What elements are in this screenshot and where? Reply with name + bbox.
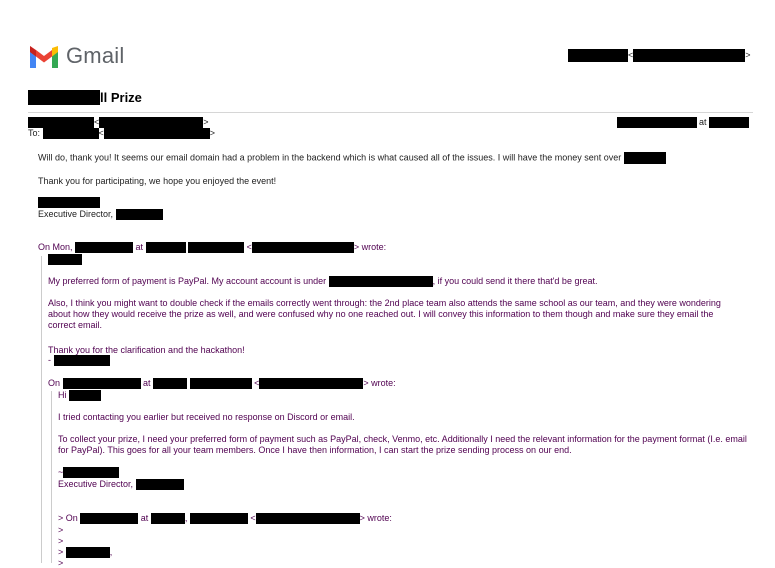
- quote1-greeting: [48, 254, 82, 266]
- gmail-logo: Gmail: [28, 43, 124, 69]
- signature-title-text: Executive Director,: [38, 209, 114, 219]
- app-name: Gmail: [66, 43, 125, 68]
- redaction-block: [568, 49, 628, 62]
- quote3-header: > On at , < > wrote:: [58, 513, 392, 525]
- bracket-close: >: [209, 128, 216, 138]
- subject-text: ll Prize: [100, 90, 142, 105]
- redaction-block: [75, 242, 134, 254]
- redaction-block: [38, 197, 100, 209]
- bracket-close: >: [203, 117, 209, 127]
- comma: ,: [109, 547, 113, 557]
- quote2-at: at: [143, 378, 151, 388]
- redaction-block: [617, 117, 697, 129]
- quote1-at: at: [135, 242, 144, 252]
- redaction-block: [623, 152, 666, 164]
- redaction-block: [28, 117, 94, 129]
- account-address: < >: [568, 49, 751, 62]
- quote2-header: On at < > wrote:: [48, 378, 396, 390]
- redaction-block: [63, 467, 120, 479]
- redaction-block: [80, 513, 139, 525]
- quote-bar: [51, 391, 52, 563]
- quote2-contact: I tried contacting you earlier but recei…: [58, 412, 355, 422]
- redaction-block: [28, 90, 100, 105]
- quote1-thanks: Thank you for the clarification and the …: [48, 345, 245, 355]
- quote1-payment: My preferred form of payment is PayPal. …: [48, 276, 598, 288]
- redaction-block: [62, 378, 141, 390]
- quote3-line: > ,: [58, 547, 113, 559]
- signature-title: Executive Director,: [38, 209, 163, 221]
- from-line: < >: [28, 117, 209, 129]
- quote2-on: On: [48, 378, 61, 388]
- redaction-block: [189, 378, 252, 390]
- dash: -: [48, 355, 51, 365]
- reply-line-2: Thank you for participating, we hope you…: [38, 176, 277, 186]
- redaction-block: [251, 242, 354, 254]
- redaction-block: [135, 479, 184, 491]
- quote1-sign: -: [48, 355, 110, 367]
- quote3-on: > On: [58, 513, 78, 523]
- gmail-m-icon: [30, 46, 58, 68]
- sent-date: at: [617, 117, 749, 129]
- redaction-block: [65, 547, 110, 559]
- redaction-block: [189, 513, 248, 525]
- redaction-block: [259, 378, 364, 390]
- quote3-line: >: [58, 525, 64, 535]
- quote1-wrote: > wrote:: [353, 242, 387, 252]
- redaction-block: [69, 390, 102, 402]
- redaction-block: [115, 209, 163, 221]
- signature-title-text: Executive Director,: [58, 479, 134, 489]
- payment-text-end: , if you could send it there that'd be g…: [432, 276, 598, 286]
- quote1-header: On Mon, at < > wrote:: [38, 242, 387, 254]
- quote3-at: at: [140, 513, 149, 523]
- quote2-hi: Hi: [58, 390, 102, 402]
- redaction-block: [53, 355, 110, 367]
- quote2-sign-title: Executive Director,: [58, 479, 184, 491]
- quote1-double-check: Also, I think you might want to double c…: [48, 298, 721, 330]
- payment-text: My preferred form of payment is PayPal. …: [48, 276, 327, 286]
- quote1-on: On Mon,: [38, 242, 73, 252]
- redaction-block: [708, 117, 749, 129]
- hi-text: Hi: [58, 390, 67, 400]
- quote2-sign-name: ~: [58, 467, 120, 479]
- comma: ,: [184, 513, 188, 523]
- redaction-block: [145, 242, 186, 254]
- bracket-close: >: [745, 49, 751, 60]
- redaction-block: [42, 128, 99, 140]
- redaction-block: [99, 117, 204, 129]
- redaction-block: [153, 378, 188, 390]
- quote2-wrote: > wrote:: [363, 378, 396, 388]
- redaction-block: [103, 128, 210, 140]
- gt: >: [58, 547, 64, 557]
- redaction-block: [255, 513, 360, 525]
- divider: [28, 112, 753, 113]
- to-line: To: < >: [28, 128, 216, 140]
- email-subject: ll Prize: [28, 90, 142, 105]
- at-text: at: [699, 117, 707, 127]
- redaction-block: [633, 49, 746, 62]
- quote2-collect: To collect your prize, I need your prefe…: [58, 434, 747, 455]
- redaction-block: [48, 254, 82, 266]
- redaction-block: [150, 513, 185, 525]
- signature-name: [38, 197, 100, 209]
- quote3-line: >: [58, 558, 64, 568]
- quote3-wrote: > wrote:: [359, 513, 392, 523]
- reply-line-1: Will do, thank you! It seems our email d…: [38, 152, 666, 164]
- redaction-block: [188, 242, 245, 254]
- to-label: To:: [28, 128, 41, 138]
- quote3-line: >: [58, 536, 64, 546]
- quote-bar: [41, 256, 42, 563]
- redaction-block: [328, 276, 433, 288]
- reply-text: Will do, thank you! It seems our email d…: [38, 152, 622, 163]
